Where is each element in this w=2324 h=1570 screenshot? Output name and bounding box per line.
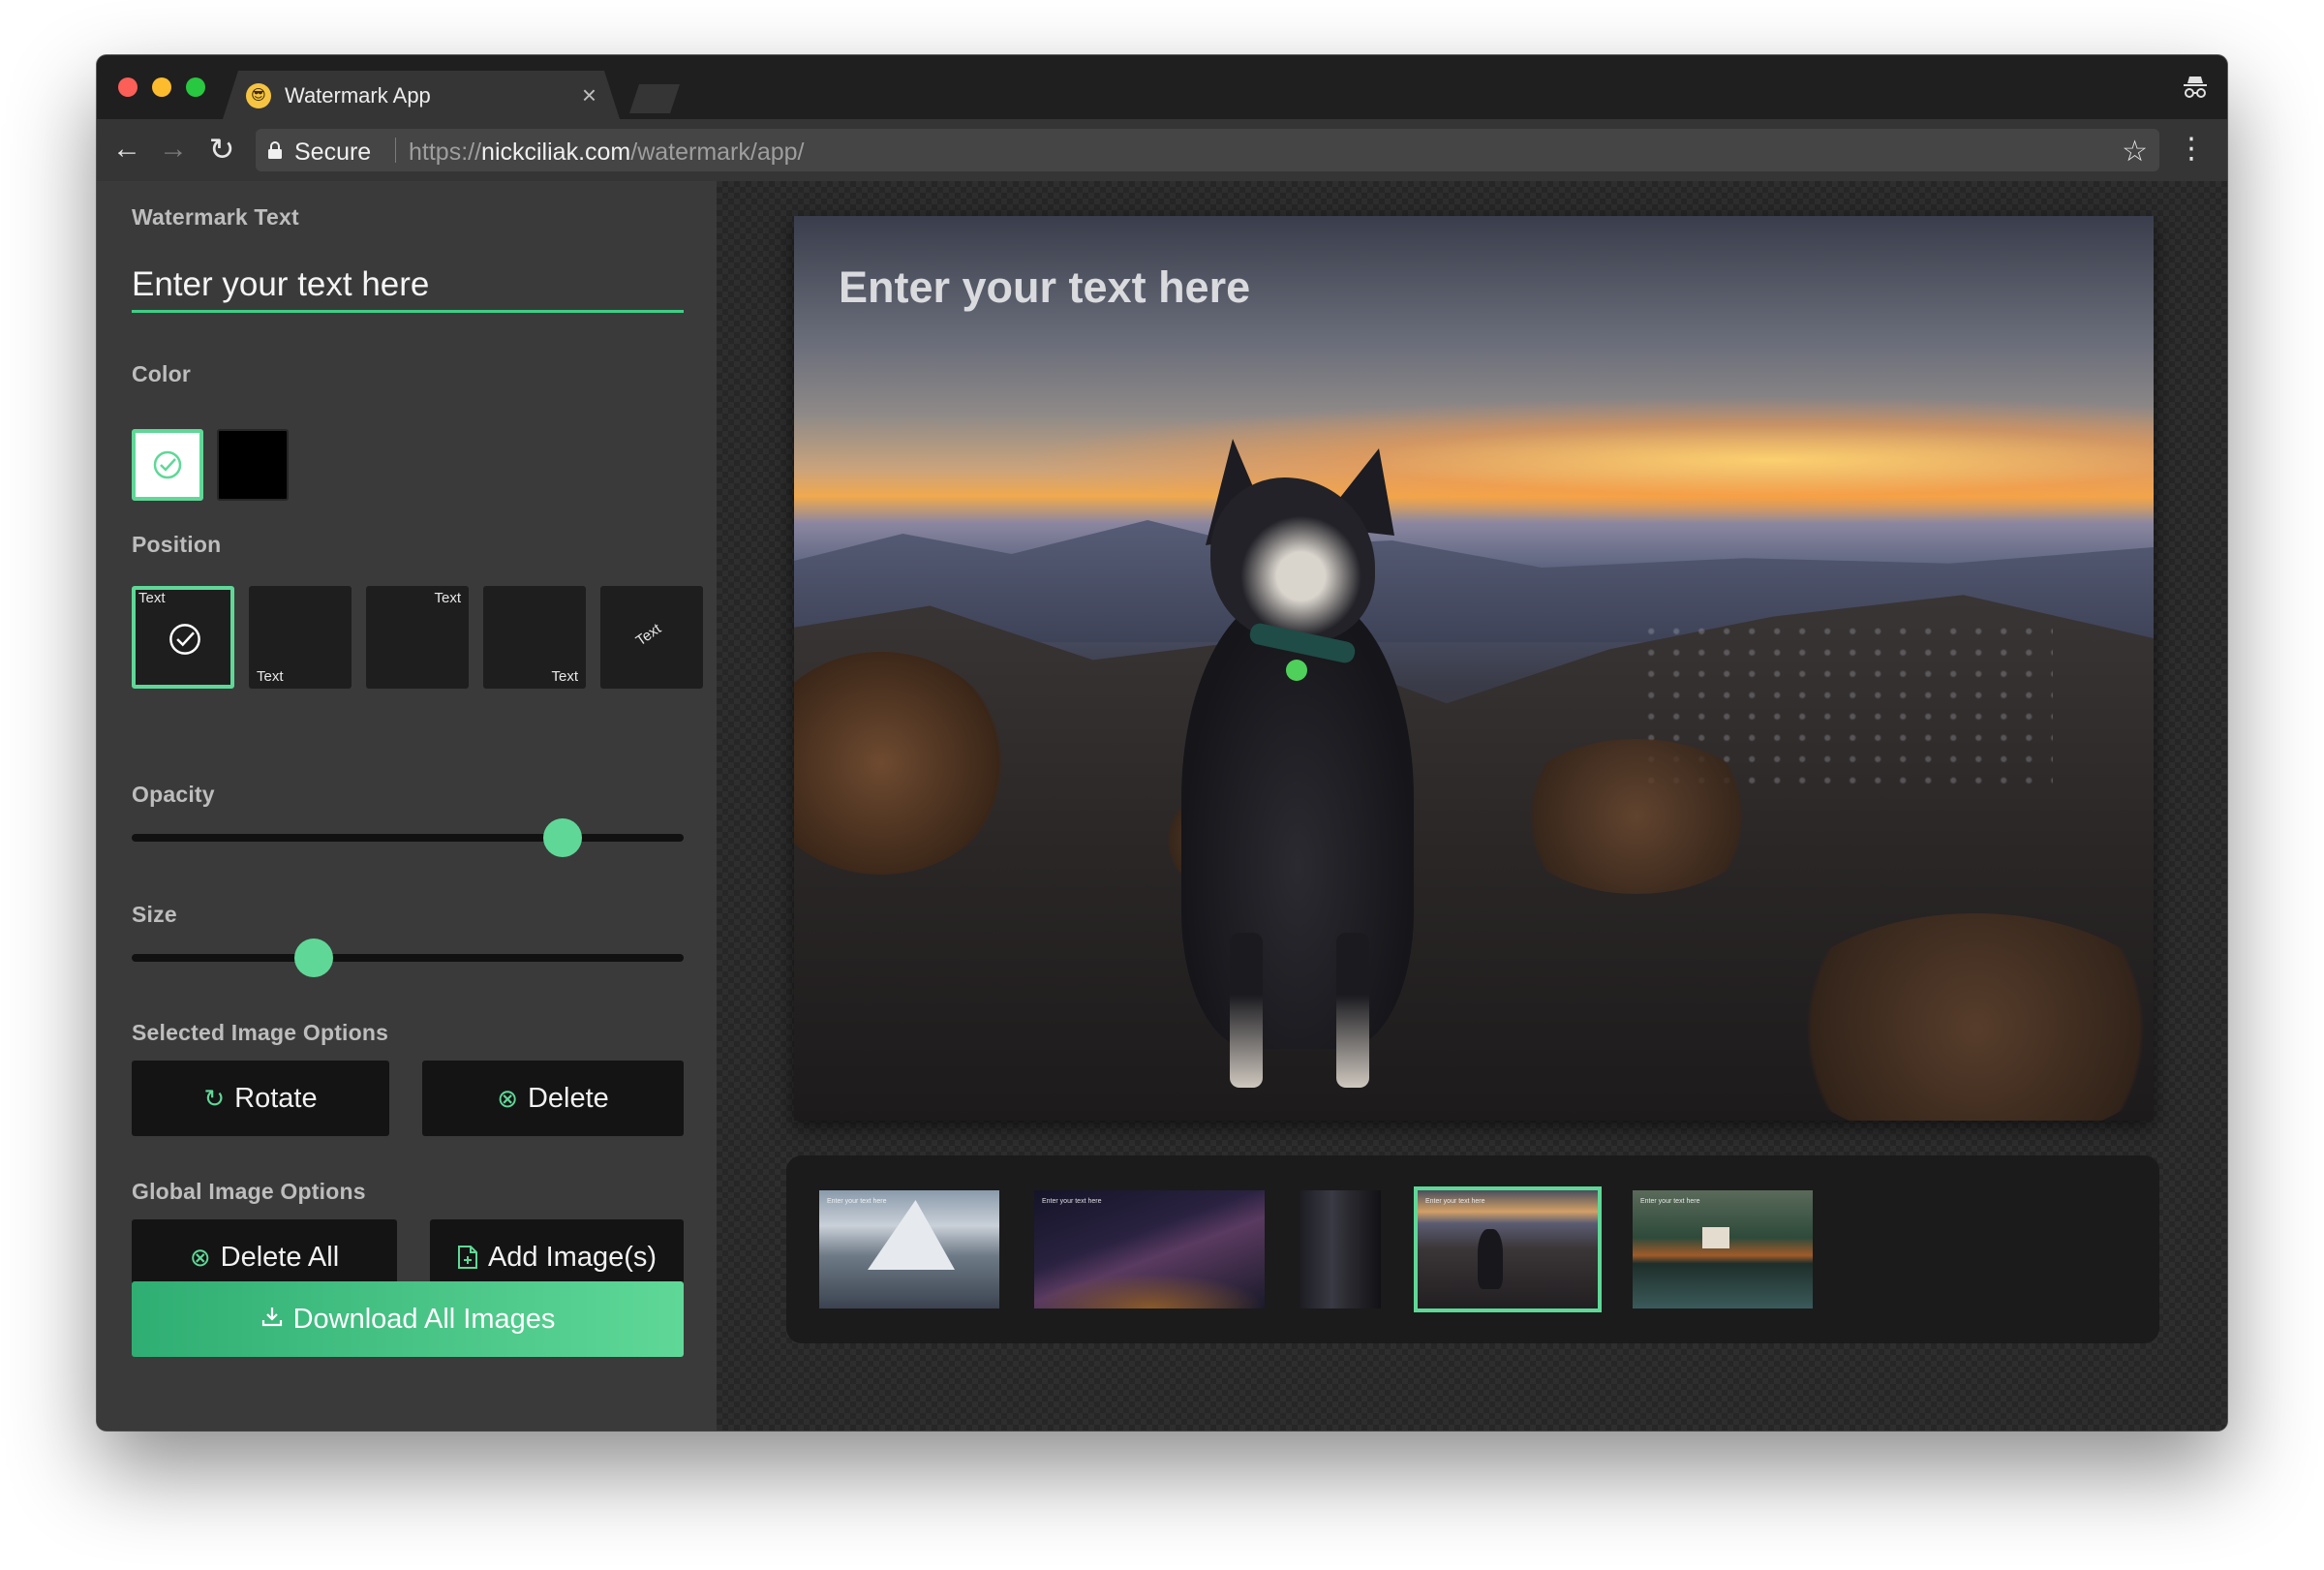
opacity-label: Opacity: [132, 782, 215, 807]
bookmark-star-icon[interactable]: ☆: [2122, 135, 2148, 169]
opacity-slider-track[interactable]: [132, 834, 684, 842]
size-slider-thumb[interactable]: [294, 939, 334, 977]
minimize-window-button[interactable]: [152, 77, 171, 97]
position-label: Position: [132, 532, 222, 557]
house-shape: [1702, 1227, 1729, 1248]
color-swatch-white[interactable]: [132, 429, 203, 501]
secure-label: Secure: [294, 139, 372, 166]
reload-icon[interactable]: ↻: [205, 133, 238, 166]
new-tab-button[interactable]: [629, 84, 680, 113]
watermark-text-label: Watermark Text: [132, 204, 299, 230]
control-panel: Watermark Text Color Position Text Text …: [97, 181, 717, 1431]
x-circle-icon: ⊗: [189, 1242, 211, 1272]
thumbnail-tray: Enter your text here Enter your text her…: [786, 1155, 2159, 1343]
tab-title: Watermark App: [285, 83, 431, 108]
size-label: Size: [132, 902, 177, 927]
position-label-text: Text: [434, 590, 461, 606]
thumbnail-watermark-text: Enter your text here: [827, 1198, 887, 1205]
color-label: Color: [132, 361, 192, 386]
url-text: https://nickciliak.com/watermark/app/: [409, 139, 805, 166]
dog-leg: [1336, 933, 1369, 1088]
dog-leg: [1230, 933, 1263, 1088]
thumbnail-building[interactable]: [1300, 1190, 1381, 1308]
position-bottom-right[interactable]: Text: [483, 586, 586, 689]
thumbnail-lake-house[interactable]: Enter your text here: [1633, 1190, 1813, 1308]
tab-watermark-app[interactable]: 😎 Watermark App ×: [223, 71, 620, 119]
position-center-diagonal[interactable]: Text: [600, 586, 703, 689]
position-label-text: Text: [632, 620, 664, 650]
back-arrow-icon[interactable]: ←: [110, 133, 143, 166]
position-top-left[interactable]: Text: [132, 586, 234, 689]
add-file-icon: [457, 1245, 478, 1270]
browser-toolbar: ← → ↻ Secure https://nickciliak.com/wate…: [97, 119, 2227, 181]
address-separator: [395, 138, 396, 163]
position-label-text: Text: [138, 590, 166, 606]
position-top-right[interactable]: Text: [366, 586, 469, 689]
check-circle-icon: [169, 624, 200, 655]
thumbnail-watermark-text: Enter your text here: [1042, 1198, 1102, 1205]
x-circle-icon: ⊗: [497, 1083, 518, 1113]
size-slider-track[interactable]: [132, 954, 684, 962]
thumbnail-watermark-text: Enter your text here: [1640, 1198, 1700, 1205]
rotate-button[interactable]: ↻ Rotate: [132, 1061, 389, 1136]
watermark-text-input[interactable]: [132, 259, 684, 313]
close-window-button[interactable]: [118, 77, 138, 97]
maximize-window-button[interactable]: [186, 77, 205, 97]
mountain-shape: [868, 1200, 955, 1270]
lock-icon: [268, 141, 282, 159]
tab-strip: 😎 Watermark App ×: [97, 55, 2227, 119]
delete-button-label: Delete: [527, 1082, 609, 1114]
thumbnail-dog-sunset[interactable]: Enter your text here: [1414, 1186, 1602, 1312]
browser-window: 😎 Watermark App × ← → ↻ Secure https://n…: [97, 55, 2227, 1431]
rotate-icon: ↻: [203, 1083, 226, 1113]
position-label-text: Text: [257, 668, 284, 685]
tab-close-icon[interactable]: ×: [582, 80, 596, 110]
download-icon: [260, 1304, 284, 1336]
dog-tag: [1286, 660, 1307, 681]
download-all-button-label: Download All Images: [292, 1303, 556, 1335]
thumbnail-mountain-peak[interactable]: Enter your text here: [819, 1190, 999, 1308]
address-bar[interactable]: Secure https://nickciliak.com/watermark/…: [256, 129, 2159, 171]
delete-button[interactable]: ⊗ Delete: [422, 1061, 684, 1136]
shrub: [1511, 739, 1762, 894]
sunglasses-emoji-icon: 😎: [246, 83, 271, 108]
menu-dots-icon[interactable]: ⋮: [2177, 133, 2206, 166]
dog-shape: [1478, 1229, 1503, 1289]
thumbnail-watermark-text: Enter your text here: [1425, 1198, 1485, 1205]
position-label-text: Text: [551, 668, 578, 685]
incognito-icon: [2184, 77, 2207, 98]
download-all-button[interactable]: Download All Images: [132, 1281, 684, 1357]
delete-all-button-label: Delete All: [220, 1241, 340, 1273]
forward-arrow-icon[interactable]: →: [157, 133, 190, 166]
preview-stage: Enter your text here Enter your text her…: [717, 181, 2227, 1431]
watermark-overlay-text: Enter your text here: [839, 262, 1251, 312]
color-swatch-black[interactable]: [217, 429, 289, 501]
add-images-button-label: Add Image(s): [487, 1241, 657, 1273]
selected-image-preview[interactable]: Enter your text here: [794, 216, 2154, 1121]
selected-image-options-label: Selected Image Options: [132, 1020, 389, 1045]
global-image-options-label: Global Image Options: [132, 1179, 366, 1204]
opacity-slider-thumb[interactable]: [542, 818, 582, 857]
thumbnail-milky-way[interactable]: Enter your text here: [1034, 1190, 1265, 1308]
position-bottom-left[interactable]: Text: [249, 586, 352, 689]
check-circle-icon: [153, 450, 182, 479]
rotate-button-label: Rotate: [234, 1082, 318, 1114]
